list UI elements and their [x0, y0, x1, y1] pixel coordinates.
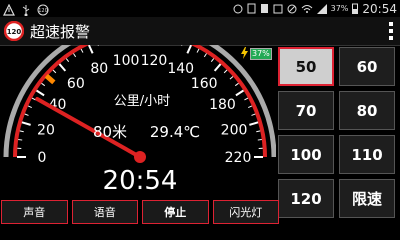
gauge-minor-tick [251, 113, 256, 116]
gauge-minor-tick [244, 97, 249, 101]
svg-text:120: 120 [38, 8, 48, 14]
gauge-tick-label: 180 [209, 97, 236, 113]
gauge-minor-tick [65, 58, 70, 63]
status-bar: 120 37% 20:54 [0, 0, 400, 17]
speed-limit-grid: 50 60 70 80 100 110 120 限速 [278, 47, 398, 218]
sound-button[interactable]: 声音 [1, 200, 68, 224]
gauge-major-tick [235, 89, 245, 97]
battery-icon [352, 0, 359, 18]
speed-limit-marker [44, 73, 56, 85]
gauge-tick-label: 0 [38, 150, 47, 166]
sd-icon [247, 0, 256, 18]
gauge-minor-tick [24, 113, 29, 116]
speed-button-110[interactable]: 110 [339, 135, 395, 174]
speed-button-50[interactable]: 50 [278, 47, 334, 86]
svg-text:120: 120 [7, 28, 22, 36]
gauge-minor-tick [97, 45, 99, 46]
gauge-clock: 20:54 [103, 166, 178, 196]
gauge-minor-tick [223, 69, 228, 74]
app-title: 超速报警 [30, 23, 91, 41]
gauge-major-tick [35, 89, 45, 97]
stop-button[interactable]: 停止 [142, 200, 209, 224]
overflow-menu-icon[interactable] [388, 22, 394, 40]
gauge-major-tick [58, 63, 67, 72]
gauge-tick-label: 20 [37, 122, 55, 138]
gauge-minor-tick [256, 130, 261, 133]
gauge-tick-label: 60 [67, 76, 85, 92]
speed-button-70[interactable]: 70 [278, 91, 334, 130]
gauge-tick-label: 100 [113, 53, 140, 69]
gauge-minor-tick [31, 97, 36, 101]
speed-button-80[interactable]: 80 [339, 91, 395, 130]
gauge-minor-tick [257, 139, 262, 141]
temperature-readout: 29.4℃ [150, 123, 200, 141]
gauge-minor-tick [203, 53, 207, 58]
voice-button[interactable]: 语音 [71, 200, 138, 224]
bottom-toolbar: 声音 语音 停止 闪光灯 [0, 200, 279, 224]
gauge-needle-hub [134, 151, 146, 163]
gauge-minor-tick [18, 139, 23, 141]
gauge-minor-tick [73, 53, 77, 58]
gauge-tick-label: 80 [90, 61, 108, 77]
flashlight-button[interactable]: 闪光灯 [212, 200, 279, 224]
speed-button-120[interactable]: 120 [278, 179, 334, 218]
gauge-tick-label: 120 [141, 53, 168, 69]
sync-icon [233, 0, 243, 18]
speed-limit-button[interactable]: 限速 [339, 179, 395, 218]
gauge-minor-tick [229, 76, 234, 80]
gauge-minor-tick [181, 45, 183, 46]
gauge-minor-tick [196, 48, 200, 53]
status-right: 37% 20:54 [233, 0, 397, 17]
speedometer: 020406080 100 120 140160180200220 公里/小时 80米… [3, 45, 276, 196]
speed-limit-120-icon: 120 [3, 20, 25, 45]
signal-icon [316, 0, 327, 18]
gauge-major-tick [186, 45, 193, 54]
distance-readout: 80米 [93, 123, 127, 141]
gauge-minor-tick [210, 58, 215, 63]
gauge-minor-tick [19, 130, 24, 133]
mute-icon [287, 0, 297, 18]
gauge-minor-tick [41, 82, 46, 87]
app-bar: 120 超速报警 [0, 17, 400, 46]
gauge-major-tick [87, 45, 94, 54]
speed-unit: 公里/小时 [114, 94, 170, 109]
gauge-minor-tick [52, 69, 57, 74]
gauge-minor-tick [234, 82, 239, 87]
gauge-minor-tick [80, 48, 84, 53]
image-icon [273, 0, 283, 18]
gauge-major-tick [249, 121, 259, 126]
gauge-major-tick [213, 63, 222, 72]
gauge-minor-tick [248, 105, 253, 109]
battery-percent: 37% [330, 4, 349, 13]
gauge-minor-tick [27, 105, 32, 109]
gauge-tick-label: 200 [221, 122, 248, 138]
speed-button-60[interactable]: 60 [339, 47, 395, 86]
notice-icon [260, 0, 269, 18]
speed-button-100[interactable]: 100 [278, 135, 334, 174]
gauge-tick-label: 220 [225, 150, 252, 166]
gauge-major-tick [21, 121, 31, 126]
gauge-tick-label: 160 [191, 76, 218, 92]
status-time: 20:54 [362, 1, 397, 16]
wifi-icon [301, 0, 313, 18]
gauge-tick-label: 140 [167, 61, 194, 77]
